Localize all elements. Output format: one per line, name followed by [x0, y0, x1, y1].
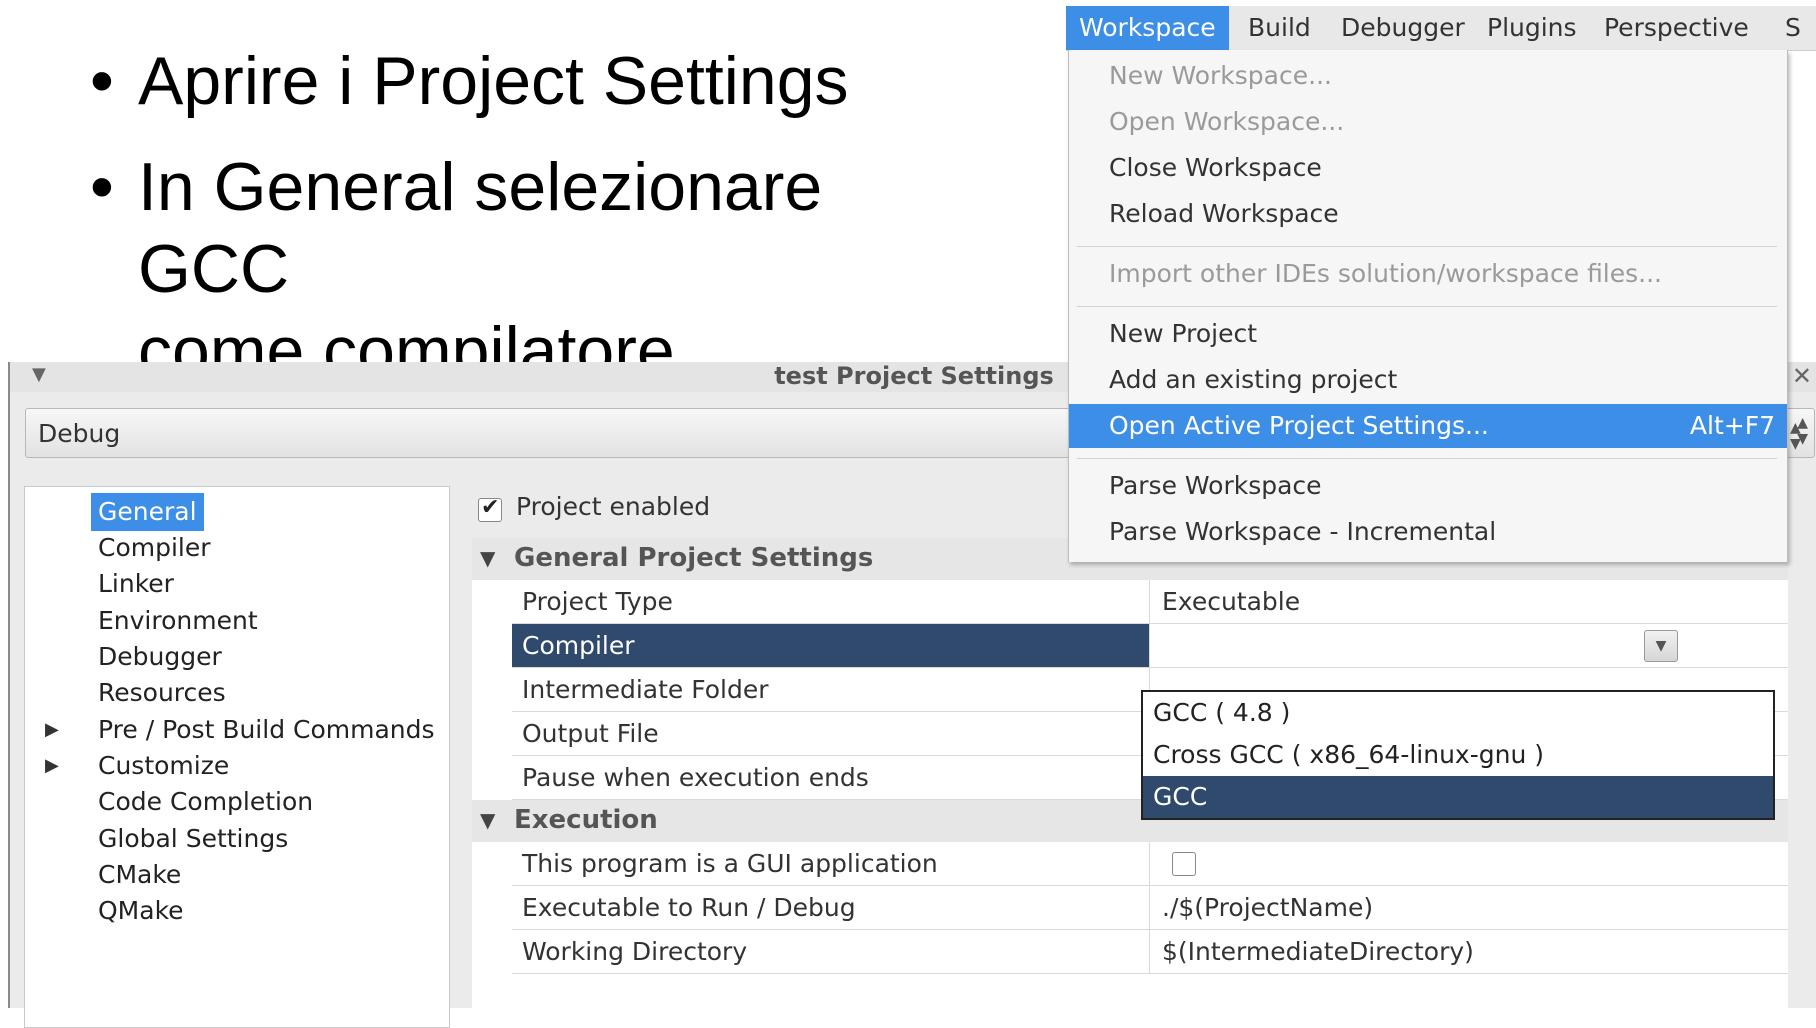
menu-s-truncated[interactable]: S	[1772, 6, 1814, 50]
section-title: General Project Settings	[514, 543, 874, 573]
bullet-2: • In General selezionare GCC come compil…	[90, 146, 990, 392]
menu-item-label: New Workspace...	[1109, 61, 1332, 90]
project-enabled-checkbox[interactable]	[478, 495, 502, 522]
property-name: Executable to Run / Debug	[512, 886, 1150, 929]
menu-build[interactable]: Build	[1235, 6, 1324, 50]
property-name: Output File	[512, 712, 1150, 755]
bullet-1: • Aprire i Project Settings	[90, 40, 990, 122]
expand-arrow-icon[interactable]: ▶	[45, 755, 59, 776]
tree-item-qmake[interactable]: QMake	[91, 892, 191, 930]
menu-item-parse-workspace-incremental[interactable]: Parse Workspace - Incremental	[1069, 510, 1787, 554]
menu-item-label: Close Workspace	[1109, 153, 1322, 182]
menu-item-import-other-ides[interactable]: Import other IDEs solution/workspace fil…	[1069, 252, 1787, 296]
collapse-arrow-icon[interactable]: ▼	[480, 808, 495, 832]
tree-item-code-completion[interactable]: Code Completion	[91, 783, 320, 821]
property-value: $(IntermediateDirectory)	[1162, 937, 1474, 966]
tree-item-linker[interactable]: Linker	[91, 565, 181, 603]
bullet-dot: •	[90, 149, 114, 225]
property-name: Pause when execution ends	[512, 756, 1150, 799]
property-value: ./$(ProjectName)	[1162, 893, 1374, 922]
slide-bullets: • Aprire i Project Settings • In General…	[90, 40, 990, 416]
tree-item-environment[interactable]: Environment	[91, 602, 265, 640]
compiler-option[interactable]: Cross GCC ( x86_64-linux-gnu )	[1143, 734, 1773, 776]
menu-item-new-project[interactable]: New Project	[1069, 312, 1787, 356]
spin-arrows-icon: ▲ ▼	[1790, 420, 1801, 452]
menu-item-parse-workspace[interactable]: Parse Workspace	[1069, 464, 1787, 508]
tree-item-compiler[interactable]: Compiler	[91, 529, 218, 567]
compiler-dropdown-list: GCC ( 4.8 ) Cross GCC ( x86_64-linux-gnu…	[1141, 690, 1775, 820]
menu-item-open-active-project-settings[interactable]: Open Active Project Settings... Alt+F7	[1069, 404, 1787, 448]
menu-item-new-workspace[interactable]: New Workspace...	[1069, 54, 1787, 98]
tree-item-pre-post-build[interactable]: Pre / Post Build Commands	[91, 711, 442, 749]
bullet-dot: •	[90, 43, 114, 119]
property-row-gui-app[interactable]: This program is a GUI application	[512, 842, 1788, 886]
menu-item-label: Reload Workspace	[1109, 199, 1339, 228]
menu-perspective[interactable]: Perspective	[1591, 6, 1762, 50]
configuration-value: Debug	[38, 419, 121, 448]
collapse-arrow-icon[interactable]: ▼	[480, 546, 495, 570]
tree-item-general[interactable]: General	[91, 493, 204, 531]
menu-item-label: Import other IDEs solution/workspace fil…	[1109, 259, 1663, 288]
section-title: Execution	[514, 805, 658, 835]
menu-item-add-existing-project[interactable]: Add an existing project	[1069, 358, 1787, 402]
menubar: Workspace Build Debugger Plugins Perspec…	[1066, 6, 1816, 51]
menu-item-label: Open Active Project Settings...	[1109, 411, 1489, 440]
property-name: Project Type	[512, 580, 1150, 623]
close-icon[interactable]: ✕	[1792, 362, 1812, 390]
compiler-option-selected[interactable]: GCC	[1143, 776, 1773, 818]
menu-debugger[interactable]: Debugger	[1328, 6, 1478, 50]
menu-item-shortcut: Alt+F7	[1689, 411, 1775, 440]
property-row-compiler[interactable]: Compiler ▼	[512, 624, 1788, 668]
menu-item-close-workspace[interactable]: Close Workspace	[1069, 146, 1787, 190]
tree-item-customize[interactable]: Customize	[91, 747, 236, 785]
project-enabled-label: Project enabled	[516, 492, 711, 521]
menu-item-label: Add an existing project	[1109, 365, 1398, 394]
settings-category-tree: General Compiler Linker Environment Debu…	[24, 486, 450, 1028]
property-name: Compiler	[512, 624, 1150, 667]
menu-item-open-workspace[interactable]: Open Workspace...	[1069, 100, 1787, 144]
property-row-working-directory[interactable]: Working Directory $(IntermediateDirector…	[512, 930, 1788, 974]
compiler-option[interactable]: GCC ( 4.8 )	[1143, 692, 1773, 734]
menu-workspace[interactable]: Workspace	[1066, 6, 1229, 50]
tree-item-debugger[interactable]: Debugger	[91, 638, 229, 676]
menu-item-reload-workspace[interactable]: Reload Workspace	[1069, 192, 1787, 236]
expand-arrow-icon[interactable]: ▶	[45, 719, 59, 740]
property-value: Executable	[1162, 587, 1301, 616]
compiler-dropdown-button[interactable]: ▼	[1644, 630, 1678, 662]
workspace-menu: New Workspace... Open Workspace... Close…	[1068, 50, 1788, 562]
menu-item-label: Parse Workspace	[1109, 471, 1322, 500]
bullet-1-line-1: Aprire i Project Settings	[138, 43, 849, 119]
menu-separator	[1077, 246, 1777, 247]
property-name: Working Directory	[512, 930, 1150, 973]
tree-item-global-settings[interactable]: Global Settings	[91, 820, 295, 858]
property-row-executable[interactable]: Executable to Run / Debug ./$(ProjectNam…	[512, 886, 1788, 930]
menu-item-label: Open Workspace...	[1109, 107, 1345, 136]
menu-plugins[interactable]: Plugins	[1474, 6, 1590, 50]
property-name: Intermediate Folder	[512, 668, 1150, 711]
property-row-project-type[interactable]: Project Type Executable	[512, 580, 1788, 624]
tree-item-resources[interactable]: Resources	[91, 674, 233, 712]
bullet-2-line-1: In General selezionare GCC	[138, 149, 823, 307]
menu-separator	[1077, 306, 1777, 307]
gui-app-checkbox[interactable]	[1172, 852, 1196, 876]
menu-separator	[1077, 458, 1777, 459]
menu-item-label: New Project	[1109, 319, 1258, 348]
menu-item-label: Parse Workspace - Incremental	[1109, 517, 1497, 546]
tree-item-cmake[interactable]: CMake	[91, 856, 188, 894]
property-name: This program is a GUI application	[512, 842, 1150, 885]
